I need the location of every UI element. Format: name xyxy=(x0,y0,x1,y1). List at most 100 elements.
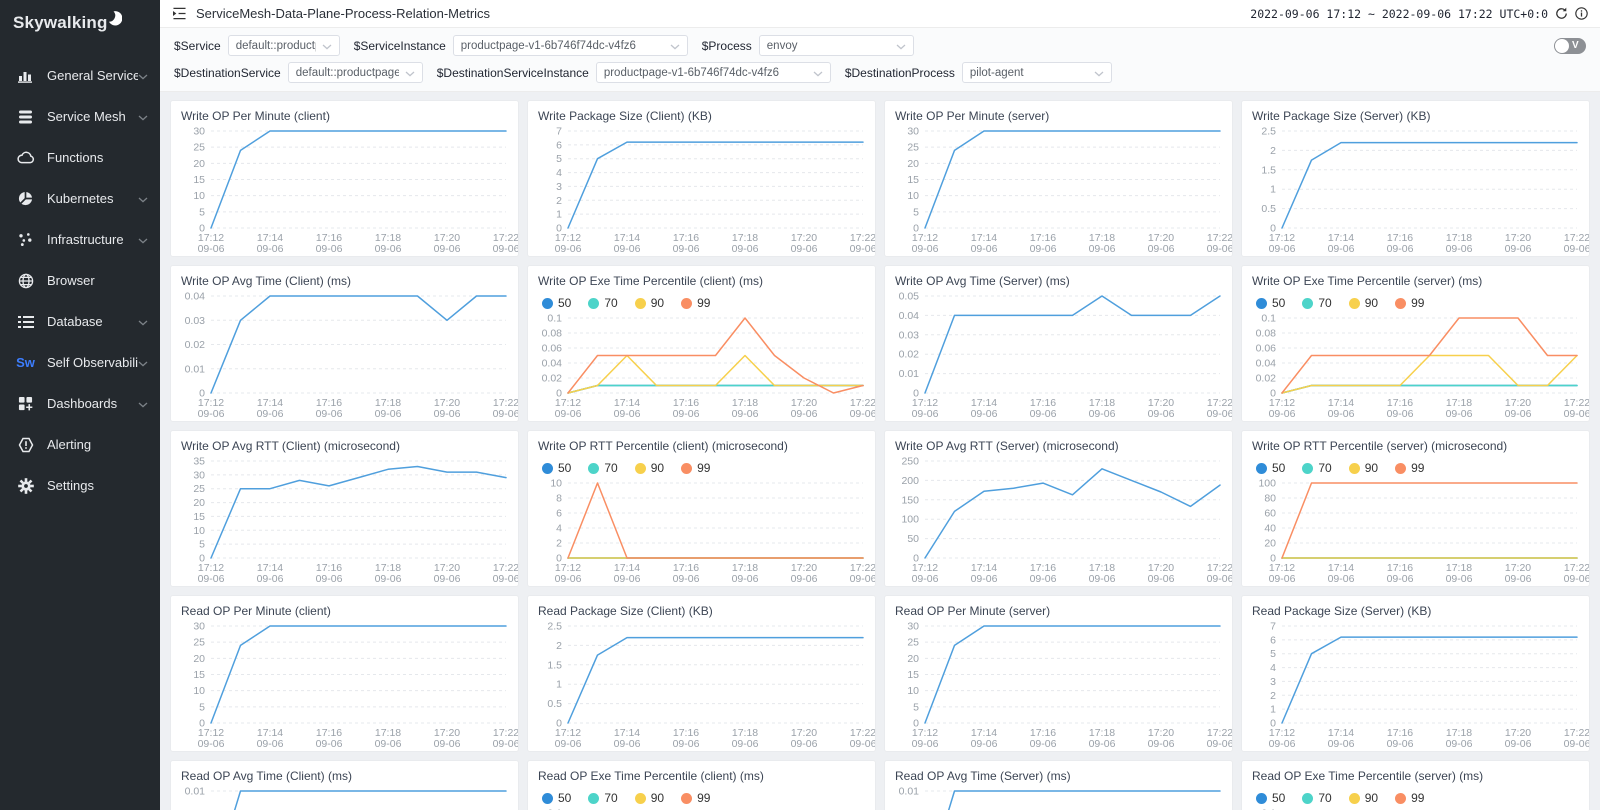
sidebar-item-service-mesh[interactable]: Service Mesh xyxy=(0,96,160,137)
legend-item[interactable]: 70 xyxy=(1302,296,1331,310)
svg-text:09-06: 09-06 xyxy=(1505,573,1532,585)
legend-dot xyxy=(1256,463,1267,474)
svg-text:25: 25 xyxy=(907,637,919,649)
chart-plot[interactable]: 00.0117:1209-0617:1409-0617:1609-0617:18… xyxy=(885,783,1232,810)
time-range[interactable]: 2022-09-06 17:12 ~ 2022-09-06 17:22 UTC+… xyxy=(1250,7,1548,21)
legend-item[interactable]: 50 xyxy=(1256,296,1285,310)
chart-plot[interactable]: 00.010.020.030.0417:1209-0617:1409-0617:… xyxy=(171,288,518,421)
sidebar-item-functions[interactable]: Functions xyxy=(0,137,160,178)
chart-card: Write OP Exe Time Percentile (server) (m… xyxy=(1241,265,1590,422)
chart-card: Write OP Per Minute (server)051015202530… xyxy=(884,100,1233,257)
chart-plot[interactable]: 05010015020025017:1209-0617:1409-0617:16… xyxy=(885,453,1232,586)
legend-item[interactable]: 70 xyxy=(1302,461,1331,475)
chart-plot[interactable]: 024681017:1209-0617:1409-0617:1609-0617:… xyxy=(528,475,875,586)
chart-plot[interactable]: 00.511.522.517:1209-0617:1409-0617:1609-… xyxy=(1242,123,1589,256)
legend-item[interactable]: 50 xyxy=(542,296,571,310)
legend-item[interactable]: 50 xyxy=(542,791,571,805)
legend-item[interactable]: 50 xyxy=(1256,461,1285,475)
filter-label: $Process xyxy=(702,39,752,53)
chart-plot[interactable]: 0510152025303517:1209-0617:1409-0617:160… xyxy=(171,453,518,586)
legend-label: 99 xyxy=(1411,296,1424,310)
cloud-icon xyxy=(16,149,35,166)
legend-item[interactable]: 90 xyxy=(635,296,664,310)
filter-select[interactable]: envoy xyxy=(759,35,914,56)
legend-item[interactable]: 90 xyxy=(1349,791,1378,805)
filter-select[interactable]: productpage-v1-6b746f74dc-v4fz6 xyxy=(453,35,688,56)
sidebar-item-label: Service Mesh xyxy=(47,109,138,124)
legend-item[interactable]: 99 xyxy=(681,461,710,475)
chart-plot[interactable]: 05101520253017:1209-0617:1409-0617:1609-… xyxy=(885,123,1232,256)
legend-item[interactable]: 99 xyxy=(1395,791,1424,805)
svg-text:09-06: 09-06 xyxy=(1387,573,1414,585)
legend-item[interactable]: 99 xyxy=(681,296,710,310)
chart-title: Read OP Exe Time Percentile (server) (ms… xyxy=(1242,761,1589,783)
legend-item[interactable]: 70 xyxy=(1302,791,1331,805)
sidebar-item-settings[interactable]: Settings xyxy=(0,465,160,506)
sidebar-item-infrastructure[interactable]: Infrastructure xyxy=(0,219,160,260)
svg-text:10: 10 xyxy=(550,478,562,490)
legend-item[interactable]: 50 xyxy=(542,461,571,475)
chart-title: Write OP Per Minute (server) xyxy=(885,101,1232,123)
chart-plot[interactable]: 05101520253017:1209-0617:1409-0617:1609-… xyxy=(171,123,518,256)
sidebar-item-general-service[interactable]: General Service xyxy=(0,55,160,96)
legend-item[interactable]: 50 xyxy=(1256,791,1285,805)
legend-item[interactable]: 99 xyxy=(681,791,710,805)
sidebar-item-kubernetes[interactable]: Kubernetes xyxy=(0,178,160,219)
legend-item[interactable]: 99 xyxy=(1395,461,1424,475)
svg-text:0.01: 0.01 xyxy=(899,368,920,380)
svg-text:0.08: 0.08 xyxy=(542,328,563,340)
legend-label: 70 xyxy=(604,461,617,475)
legend-label: 90 xyxy=(651,461,664,475)
sidebar-item-database[interactable]: Database xyxy=(0,301,160,342)
legend-item[interactable]: 70 xyxy=(588,791,617,805)
chart-plot[interactable]: 00.020.040.060.080.117:1209-0617:1409-06… xyxy=(528,805,875,810)
chart-plot[interactable]: 0123456717:1209-0617:1409-0617:1609-0617… xyxy=(1242,618,1589,751)
sidebar-item-alerting[interactable]: Alerting xyxy=(0,424,160,465)
legend-item[interactable]: 90 xyxy=(1349,461,1378,475)
chart-plot[interactable]: 00.010.020.030.040.0517:1209-0617:1409-0… xyxy=(885,288,1232,421)
legend-item[interactable]: 90 xyxy=(1349,296,1378,310)
legend-item[interactable]: 70 xyxy=(588,296,617,310)
filter-select[interactable]: default::productpage xyxy=(228,35,340,56)
legend-label: 50 xyxy=(1272,791,1285,805)
filter-select[interactable]: default::productpage xyxy=(288,62,423,83)
svg-text:7: 7 xyxy=(556,126,562,138)
sidebar-item-self-observability[interactable]: SwSelf Observability xyxy=(0,342,160,383)
chart-plot[interactable]: 00.511.522.517:1209-0617:1409-0617:1609-… xyxy=(528,618,875,751)
chart-plot[interactable]: 05101520253017:1209-0617:1409-0617:1609-… xyxy=(885,618,1232,751)
legend-item[interactable]: 70 xyxy=(588,461,617,475)
edit-mode-toggle[interactable]: V xyxy=(1554,38,1586,54)
filter-destinationserviceinstance: $DestinationServiceInstanceproductpage-v… xyxy=(437,62,831,83)
chart-plot[interactable]: 00.020.040.060.080.117:1209-0617:1409-06… xyxy=(1242,805,1589,810)
info-icon[interactable] xyxy=(1575,7,1588,20)
svg-text:15: 15 xyxy=(907,669,919,681)
refresh-icon[interactable] xyxy=(1555,7,1568,20)
legend-dot xyxy=(681,463,692,474)
filter-select[interactable]: pilot-agent xyxy=(962,62,1112,83)
legend-label: 99 xyxy=(1411,461,1424,475)
chevron-down-icon xyxy=(138,191,148,206)
svg-text:0.02: 0.02 xyxy=(1256,373,1277,385)
legend-label: 50 xyxy=(558,791,571,805)
collapse-panel-icon[interactable] xyxy=(172,7,187,20)
sidebar-item-browser[interactable]: Browser xyxy=(0,260,160,301)
svg-text:09-06: 09-06 xyxy=(850,738,875,750)
skywalking-logo[interactable]: Skywalking xyxy=(0,0,160,47)
svg-text:09-06: 09-06 xyxy=(555,573,582,585)
filter-select[interactable]: productpage-v1-6b746f74dc-v4fz6 xyxy=(596,62,831,83)
filter-select-value: default::productpage xyxy=(296,67,399,79)
legend-item[interactable]: 90 xyxy=(635,461,664,475)
chevron-down-icon xyxy=(813,64,823,82)
chart-plot[interactable]: 00.020.040.060.080.117:1209-0617:1409-06… xyxy=(1242,310,1589,421)
legend-item[interactable]: 90 xyxy=(635,791,664,805)
chevron-down-icon xyxy=(1094,64,1104,82)
chart-plot[interactable]: 00.020.040.060.080.117:1209-0617:1409-06… xyxy=(528,310,875,421)
legend-item[interactable]: 99 xyxy=(1395,296,1424,310)
chart-plot[interactable]: 02040608010017:1209-0617:1409-0617:1609-… xyxy=(1242,475,1589,586)
sidebar-item-dashboards[interactable]: Dashboards xyxy=(0,383,160,424)
svg-text:0.01: 0.01 xyxy=(185,786,206,798)
chart-card: Read OP Exe Time Percentile (client) (ms… xyxy=(527,760,876,810)
chart-plot[interactable]: 0123456717:1209-0617:1409-0617:1609-0617… xyxy=(528,123,875,256)
chart-plot[interactable]: 05101520253017:1209-0617:1409-0617:1609-… xyxy=(171,618,518,751)
chart-plot[interactable]: 00.0117:1209-0617:1409-0617:1609-0617:18… xyxy=(171,783,518,810)
